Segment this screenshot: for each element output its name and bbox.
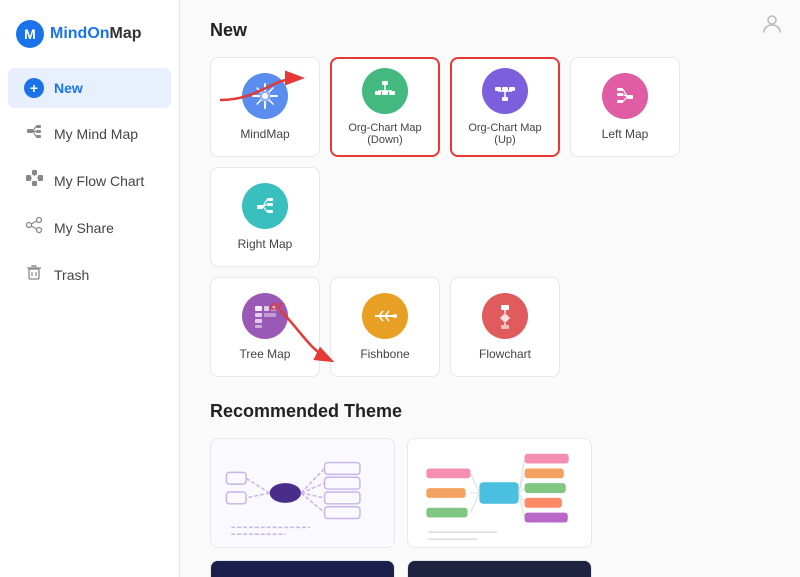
plus-icon: + bbox=[24, 78, 44, 98]
mind-map-icon bbox=[24, 122, 44, 145]
theme-card-3[interactable] bbox=[210, 560, 395, 577]
sidebar-item-my-share-label: My Share bbox=[54, 220, 114, 236]
sidebar-item-trash-label: Trash bbox=[54, 267, 89, 283]
flowchart-label: Flowchart bbox=[479, 347, 531, 361]
org-up-icon bbox=[482, 68, 528, 114]
right-map-icon bbox=[242, 183, 288, 229]
recommended-section-title: Recommended Theme bbox=[210, 401, 770, 422]
map-card-right-map[interactable]: Right Map bbox=[210, 167, 320, 267]
right-map-label: Right Map bbox=[238, 237, 293, 251]
trash-icon bbox=[24, 263, 44, 286]
sidebar-item-new[interactable]: + New bbox=[8, 68, 171, 108]
map-card-org-up[interactable]: Org-Chart Map (Up) bbox=[450, 57, 560, 157]
mindmap-label: MindMap bbox=[240, 127, 289, 141]
theme-card-4[interactable] bbox=[407, 560, 592, 577]
org-down-label: Org-Chart Map(Down) bbox=[348, 122, 421, 146]
flow-chart-icon bbox=[24, 169, 44, 192]
sidebar-item-my-flow-chart[interactable]: My Flow Chart bbox=[8, 159, 171, 202]
sidebar-item-my-share[interactable]: My Share bbox=[8, 206, 171, 249]
main-content: New MindMap bbox=[180, 0, 800, 577]
map-card-fishbone[interactable]: Fishbone bbox=[330, 277, 440, 377]
fishbone-icon bbox=[362, 293, 408, 339]
logo-icon: M bbox=[16, 20, 44, 48]
share-icon bbox=[24, 216, 44, 239]
theme-card-1[interactable] bbox=[210, 438, 395, 548]
map-card-flowchart[interactable]: Flowchart bbox=[450, 277, 560, 377]
left-map-icon bbox=[602, 73, 648, 119]
map-card-mindmap[interactable]: MindMap bbox=[210, 57, 320, 157]
sidebar-item-my-mind-map-label: My Mind Map bbox=[54, 126, 138, 142]
org-down-icon bbox=[362, 68, 408, 114]
tree-map-icon bbox=[242, 293, 288, 339]
flowchart-icon bbox=[482, 293, 528, 339]
org-up-label: Org-Chart Map (Up) bbox=[460, 122, 550, 146]
sidebar-item-my-flow-chart-label: My Flow Chart bbox=[54, 173, 144, 189]
fishbone-label: Fishbone bbox=[360, 347, 409, 361]
user-icon[interactable] bbox=[760, 12, 784, 42]
map-type-grid-row2: Tree Map Fishbone bbox=[210, 277, 770, 377]
theme-card-2[interactable] bbox=[407, 438, 592, 548]
mindmap-icon bbox=[242, 73, 288, 119]
new-section-title: New bbox=[210, 20, 770, 41]
tree-map-label: Tree Map bbox=[240, 347, 291, 361]
theme-grid bbox=[210, 438, 770, 577]
sidebar-item-trash[interactable]: Trash bbox=[8, 253, 171, 296]
map-type-grid: MindMap Org-Chart Map(Down) bbox=[210, 57, 770, 267]
sidebar: M MindOnMap + New My Mind Map My Flow Ch… bbox=[0, 0, 180, 577]
left-map-label: Left Map bbox=[602, 127, 649, 141]
map-card-left-map[interactable]: Left Map bbox=[570, 57, 680, 157]
map-card-org-down[interactable]: Org-Chart Map(Down) bbox=[330, 57, 440, 157]
sidebar-item-my-mind-map[interactable]: My Mind Map bbox=[8, 112, 171, 155]
logo-text: MindOnMap bbox=[50, 25, 142, 43]
sidebar-item-new-label: New bbox=[54, 80, 83, 96]
logo: M MindOnMap bbox=[0, 10, 179, 66]
map-card-tree-map[interactable]: Tree Map bbox=[210, 277, 320, 377]
